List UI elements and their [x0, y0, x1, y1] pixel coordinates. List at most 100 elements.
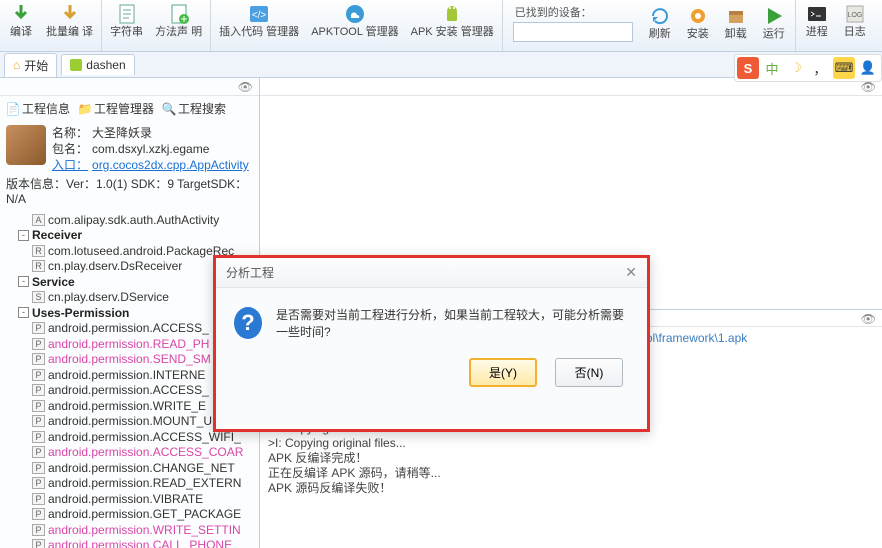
tool-label: 编译	[10, 26, 32, 38]
log-icon: LOG	[843, 2, 867, 26]
apk-install-button[interactable]: APK 安装 管理器	[405, 0, 500, 40]
tool-label: 批量编 译	[46, 26, 93, 38]
tree-row[interactable]: -Receiver	[4, 228, 259, 244]
folder-icon: 📁	[78, 102, 92, 116]
ime-lang-icon[interactable]: 中	[761, 57, 783, 79]
info-tab-mgr[interactable]: 📁 工程管理器	[78, 100, 154, 117]
apktool-mgr-button[interactable]: APKTOOL 管理器	[305, 0, 404, 40]
version-info: 版本信息：Ver：1.0(1) SDK：9 TargetSDK：N/A	[6, 173, 253, 206]
tree-label: com.alipay.sdk.auth.AuthActivity	[48, 213, 219, 227]
method-decl-icon	[167, 2, 191, 26]
tool-label: 方法声 明	[155, 26, 202, 38]
type-badge: P	[32, 338, 45, 350]
tool-label: APK 安装 管理器	[411, 26, 494, 38]
toolbar-group: 字符串方法声 明	[102, 0, 211, 51]
ime-sogou-icon[interactable]: S	[737, 57, 759, 79]
batch-compile-button[interactable]: 批量编 译	[40, 0, 99, 40]
type-badge: P	[32, 431, 45, 443]
project-pkg: com.dsxyl.xzkj.egame	[92, 141, 209, 157]
project-icon	[70, 59, 82, 71]
strings-icon	[115, 2, 139, 26]
tree-label: android.permission.MOUNT_UNM	[48, 414, 231, 428]
tool-label: 日志	[844, 26, 866, 38]
refresh-icon	[648, 4, 672, 28]
run-button[interactable]: 运行	[755, 0, 793, 44]
tree-row[interactable]: Pandroid.permission.READ_EXTERN	[4, 476, 259, 492]
expander-icon[interactable]: -	[18, 276, 29, 287]
yes-button[interactable]: 是(Y)	[469, 358, 537, 387]
close-icon[interactable]: ✕	[625, 264, 637, 281]
tree-label: android.permission.GET_PACKAGE	[48, 507, 241, 521]
dialog-title-text: 分析工程	[226, 264, 274, 281]
install-button[interactable]: 安装	[679, 0, 717, 44]
tree-label: android.permission.ACCESS_WIFI_	[48, 430, 241, 444]
output-line: APK 反编译完成！	[268, 451, 874, 466]
user-icon[interactable]: 👤	[857, 57, 879, 79]
tree-label: android.permission.READ_PH	[48, 337, 209, 351]
expander-icon[interactable]: -	[18, 307, 29, 318]
tree-row[interactable]: Pandroid.permission.CHANGE_NET	[4, 460, 259, 476]
tree-label: com.lotuseed.android.PackageRec	[48, 244, 234, 258]
expander-icon[interactable]: -	[18, 230, 29, 241]
tree-row[interactable]: Pandroid.permission.GET_PACKAGE	[4, 507, 259, 523]
uninstall-icon	[724, 4, 748, 28]
dialog-titlebar[interactable]: 分析工程 ✕	[216, 258, 647, 288]
tab-label: 开始	[24, 57, 48, 74]
type-badge: P	[32, 524, 45, 536]
type-badge: P	[32, 493, 45, 505]
type-badge: S	[32, 291, 45, 303]
tool-label: 运行	[763, 28, 785, 40]
dialog-message: 是否需要对当前工程进行分析，如果当前工程较大，可能分析需要一些时间?	[276, 306, 629, 340]
method-decl-button[interactable]: 方法声 明	[149, 0, 208, 40]
keyboard-icon[interactable]: ⌨	[833, 57, 855, 79]
ime-float-bar: S 中 ☽ ， ⌨ 👤	[734, 54, 882, 82]
info-tab-search[interactable]: 🔍 工程搜索	[162, 100, 226, 117]
install-icon	[686, 4, 710, 28]
log-button[interactable]: LOG日志	[836, 0, 874, 40]
svg-text:</>: </>	[252, 10, 267, 21]
tree-row[interactable]: Pandroid.permission.CALL_PHONE	[4, 538, 259, 548]
type-badge: R	[32, 260, 45, 272]
device-combo[interactable]	[513, 22, 633, 42]
uninstall-button[interactable]: 卸载	[717, 0, 755, 44]
type-badge: R	[32, 245, 45, 257]
comma-icon[interactable]: ，	[809, 57, 831, 79]
home-icon: ⌂	[13, 58, 20, 72]
toolbar-group: </>插入代码 管理器 APKTOOL 管理器 APK 安装 管理器	[211, 0, 503, 51]
no-button[interactable]: 否(N)	[555, 358, 623, 387]
type-badge: P	[32, 462, 45, 474]
eye-icon[interactable]: 👁	[238, 80, 253, 93]
type-badge: A	[32, 214, 45, 226]
tab-home[interactable]: ⌂ 开始	[4, 53, 57, 77]
info-tab-info[interactable]: 📄 工程信息	[6, 100, 70, 117]
tool-label: 卸载	[725, 28, 747, 40]
tree-label: android.permission.INTERNE	[48, 368, 205, 382]
tab-project[interactable]: dashen	[61, 54, 134, 75]
tree-row[interactable]: Pandroid.permission.ACCESS_COAR	[4, 445, 259, 461]
insert-code-icon: </>	[247, 2, 271, 26]
process-button[interactable]: 进程	[798, 0, 836, 40]
tree-label: android.permission.WRITE_SETTIN	[48, 523, 241, 537]
doc-icon: 📄	[6, 102, 20, 116]
type-badge: P	[32, 446, 45, 458]
strings-button[interactable]: 字符串	[104, 0, 149, 40]
tree-row[interactable]: Acom.alipay.sdk.auth.AuthActivity	[4, 212, 259, 228]
eye-icon[interactable]: 👁	[861, 312, 876, 324]
refresh-button[interactable]: 刷新	[641, 0, 679, 44]
tree-row[interactable]: Pandroid.permission.WRITE_SETTIN	[4, 522, 259, 538]
tool-label: 刷新	[649, 28, 671, 40]
type-badge: P	[32, 384, 45, 396]
tool-label: 进程	[806, 26, 828, 38]
type-badge: P	[32, 477, 45, 489]
analyze-dialog: 分析工程 ✕ ? 是否需要对当前工程进行分析，如果当前工程较大，可能分析需要一些…	[213, 255, 650, 432]
compile-button[interactable]: 编译	[2, 0, 40, 40]
filemgr-button[interactable]: 文件	[874, 0, 882, 40]
insert-code-button[interactable]: </>插入代码 管理器	[213, 0, 305, 40]
batch-compile-icon	[58, 2, 82, 26]
toolbar-group: 编译 批量编 译	[0, 0, 102, 51]
tree-row[interactable]: Pandroid.permission.VIBRATE	[4, 491, 259, 507]
moon-icon[interactable]: ☽	[785, 57, 807, 79]
project-entry-link[interactable]: org.cocos2dx.cpp.AppActivity	[92, 157, 249, 173]
tool-label: APKTOOL 管理器	[311, 26, 398, 38]
type-badge: P	[32, 415, 45, 427]
